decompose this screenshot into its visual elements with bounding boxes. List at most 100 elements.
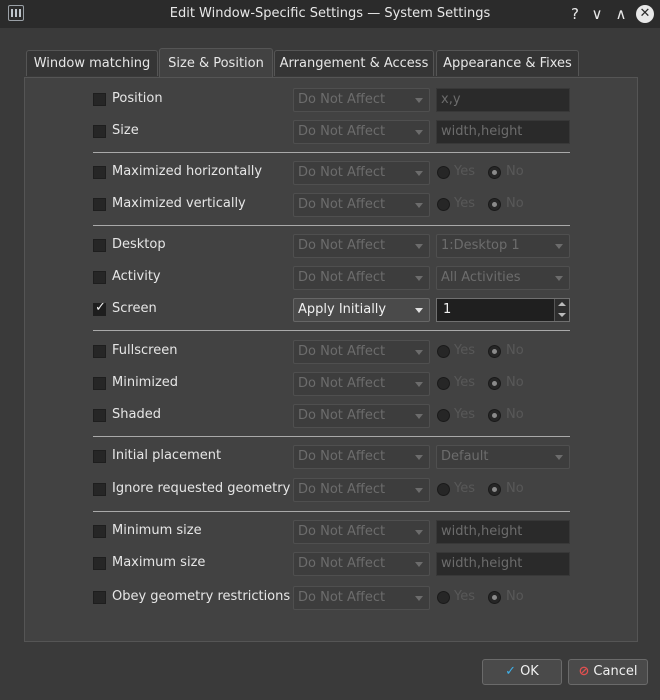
no-label: No [506,481,524,496]
minimized-checkbox[interactable] [93,377,106,390]
yes-radio[interactable] [437,483,450,496]
obey-geometry-restrictions-checkbox[interactable] [93,591,106,604]
maximized-horizontally-checkbox[interactable] [93,166,106,179]
no-radio[interactable] [488,409,501,422]
tab-arrangement-access[interactable]: Arrangement & Access [274,50,434,76]
chevron-up-icon[interactable] [558,302,566,306]
position-field[interactable]: x,y [436,88,570,112]
size-field[interactable]: width,height [436,120,570,144]
obey-geometry-restrictions-policy-select[interactable]: Do Not Affect [293,586,430,610]
cancel-icon: ⊘ [578,664,590,679]
tab-window-matching[interactable]: Window matching [26,50,158,76]
no-radio[interactable] [488,166,501,179]
no-radio[interactable] [488,591,501,604]
maximize-icon[interactable]: ∧ [611,4,631,24]
tab-size-position[interactable]: Size & Position [159,48,273,78]
maximum-size-policy-select[interactable]: Do Not Affect [293,552,430,576]
chevron-down-icon [555,244,563,249]
ignore-requested-geometry-checkbox[interactable] [93,483,106,496]
maximum-size-field[interactable]: width,height [436,552,570,576]
separator [93,511,570,512]
desktop-policy-select[interactable]: Do Not Affect [293,234,430,258]
separator [93,330,570,331]
policy-value: Do Not Affect [298,556,386,571]
chevron-down-icon [415,562,423,567]
minimum-size-checkbox[interactable] [93,525,106,538]
ok-label: OK [520,664,539,679]
activity-checkbox[interactable] [93,271,106,284]
size-checkbox[interactable] [93,125,106,138]
yes-radio[interactable] [437,409,450,422]
help-icon[interactable]: ? [565,4,585,24]
policy-value: Do Not Affect [298,408,386,423]
no-label: No [506,196,524,211]
minimum-size-label: Minimum size [112,523,202,538]
chevron-down-icon[interactable] [558,313,566,317]
screen-spinbox[interactable]: 1 [436,298,570,322]
chevron-down-icon [415,596,423,601]
desktop-checkbox[interactable] [93,239,106,252]
chevron-down-icon [415,276,423,281]
initial-placement-checkbox[interactable] [93,450,106,463]
ok-button[interactable]: ✓ OK [482,659,562,685]
yes-radio[interactable] [437,166,450,179]
position-label: Position [112,91,163,106]
maximum-size-checkbox[interactable] [93,557,106,570]
title-bar: Edit Window-Specific Settings — System S… [0,0,660,28]
policy-value: Do Not Affect [298,449,386,464]
obey-geometry-restrictions-label: Obey geometry restrictions [112,589,291,604]
cancel-button[interactable]: ⊘ Cancel [568,659,648,685]
activity-label: Activity [112,269,161,284]
maximized-vertically-checkbox[interactable] [93,198,106,211]
maximized-horizontally-policy-select[interactable]: Do Not Affect [293,161,430,185]
no-radio[interactable] [488,345,501,358]
size-policy-select[interactable]: Do Not Affect [293,120,430,144]
separator [93,436,570,437]
policy-value: Do Not Affect [298,197,386,212]
screen-policy-select[interactable]: Apply Initially [293,298,430,322]
no-radio[interactable] [488,483,501,496]
no-radio[interactable] [488,198,501,211]
chevron-down-icon [415,382,423,387]
minimum-size-policy-select[interactable]: Do Not Affect [293,520,430,544]
chevron-down-icon [415,203,423,208]
spin-buttons[interactable] [554,299,569,321]
initial-placement-policy-select[interactable]: Do Not Affect [293,445,430,469]
maximized-horizontally-label: Maximized horizontally [112,164,263,179]
maximized-vertically-policy-select[interactable]: Do Not Affect [293,193,430,217]
no-radio[interactable] [488,377,501,390]
desktop-value: 1:Desktop 1 [441,238,520,253]
activity-value-select[interactable]: All Activities [436,266,570,290]
minimized-policy-select[interactable]: Do Not Affect [293,372,430,396]
fullscreen-checkbox[interactable] [93,345,106,358]
shaded-checkbox[interactable] [93,409,106,422]
yes-radio[interactable] [437,591,450,604]
yes-radio[interactable] [437,377,450,390]
policy-value: Do Not Affect [298,344,386,359]
chevron-down-icon [415,98,423,103]
initial-placement-value-select[interactable]: Default [436,445,570,469]
size-label: Size [112,123,139,138]
yes-radio[interactable] [437,345,450,358]
position-checkbox[interactable] [93,93,106,106]
shaded-policy-select[interactable]: Do Not Affect [293,404,430,428]
fullscreen-policy-select[interactable]: Do Not Affect [293,340,430,364]
policy-value: Do Not Affect [298,165,386,180]
tab-appearance-fixes[interactable]: Appearance & Fixes [436,50,579,76]
position-policy-select[interactable]: Do Not Affect [293,88,430,112]
policy-value: Do Not Affect [298,376,386,391]
ignore-requested-geometry-policy-select[interactable]: Do Not Affect [293,478,430,502]
yes-radio[interactable] [437,198,450,211]
activity-value: All Activities [441,270,521,285]
chevron-down-icon [415,488,423,493]
close-icon[interactable]: ✕ [636,5,654,23]
chevron-down-icon [415,530,423,535]
screen-checkbox[interactable]: ✓ [93,300,106,316]
chevron-down-icon [415,455,423,460]
activity-policy-select[interactable]: Do Not Affect [293,266,430,290]
chevron-down-icon [415,350,423,355]
yes-label: Yes [454,481,475,496]
minimum-size-field[interactable]: width,height [436,520,570,544]
desktop-value-select[interactable]: 1:Desktop 1 [436,234,570,258]
minimize-icon[interactable]: ∨ [587,4,607,24]
